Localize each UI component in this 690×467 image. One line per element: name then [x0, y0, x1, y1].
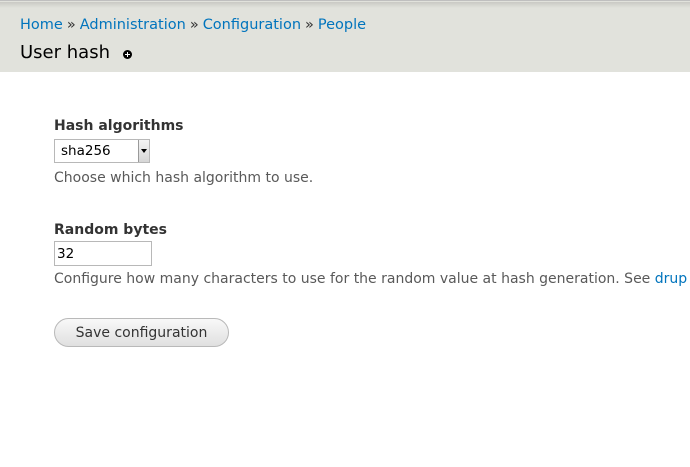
- random-bytes-description-link[interactable]: drup: [655, 271, 687, 287]
- hash-algorithms-label: Hash algorithms: [54, 118, 184, 134]
- breadcrumb-people-link[interactable]: People: [318, 17, 366, 33]
- page-header: Home» Administration» Configuration» People…: [0, 0, 690, 72]
- save-configuration-button[interactable]: Save configuration: [54, 318, 229, 347]
- random-bytes-description: Configure how many characters to use for…: [54, 271, 687, 288]
- random-bytes-description-text: Configure how many characters to use for…: [54, 271, 655, 287]
- dropdown-arrow-icon[interactable]: [138, 140, 149, 162]
- hash-algorithms-selected-value: sha256: [61, 143, 111, 159]
- random-bytes-input[interactable]: [54, 241, 152, 266]
- header-shadow: [0, 2, 690, 8]
- breadcrumb-administration-link[interactable]: Administration: [80, 17, 186, 33]
- add-shortcut-icon[interactable]: [123, 50, 132, 59]
- breadcrumb-home-link[interactable]: Home: [20, 17, 63, 33]
- breadcrumb-configuration-link[interactable]: Configuration: [203, 17, 301, 33]
- page-title: User hash: [20, 42, 110, 63]
- breadcrumb-separator: »: [189, 17, 199, 33]
- random-bytes-label: Random bytes: [54, 222, 167, 238]
- hash-algorithms-description: Choose which hash algorithm to use.: [54, 170, 314, 186]
- breadcrumb-separator: »: [66, 17, 76, 33]
- hash-algorithms-select[interactable]: sha256: [54, 139, 150, 163]
- breadcrumb-separator: »: [305, 17, 314, 33]
- breadcrumb: Home» Administration» Configuration» People: [20, 16, 366, 34]
